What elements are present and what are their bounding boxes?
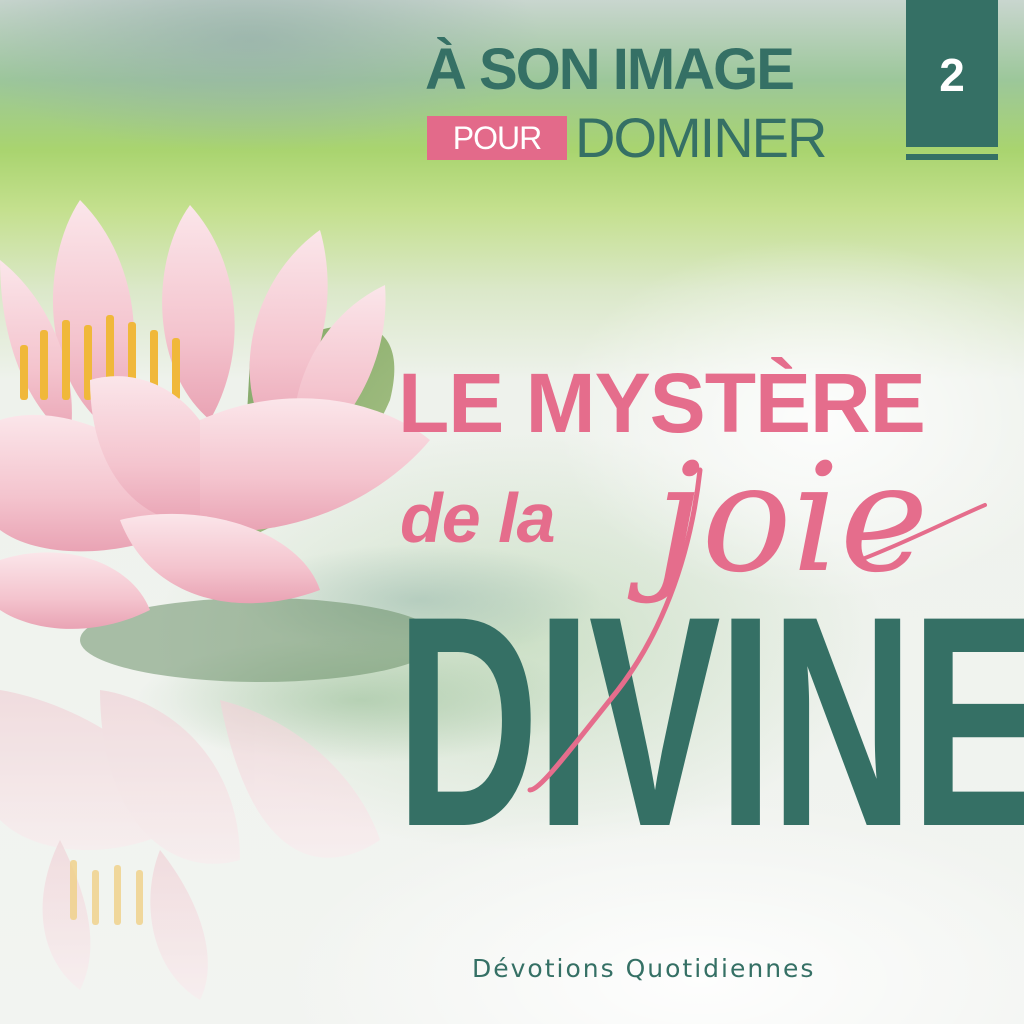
- script-word-overlay: joie: [527, 432, 987, 793]
- title-script-joie: joie: [627, 432, 929, 606]
- subtitle: Dévotions Quotidiennes: [472, 954, 816, 983]
